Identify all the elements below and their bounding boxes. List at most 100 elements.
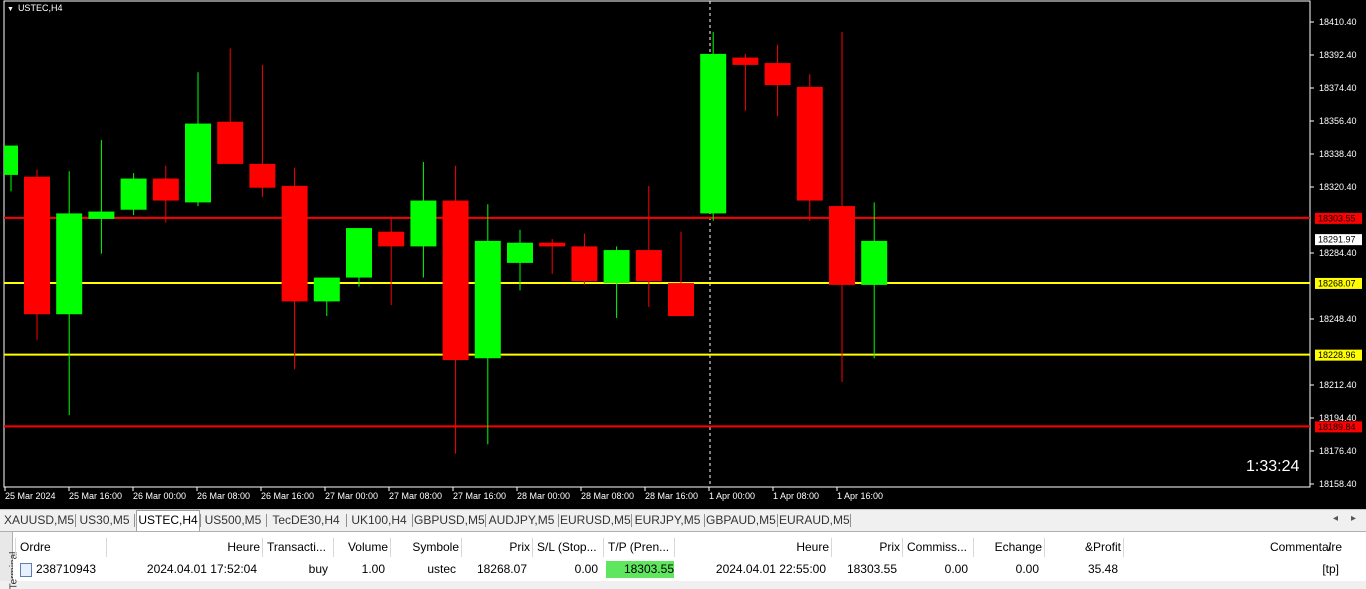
level-label: 18189.84 [1318, 422, 1356, 432]
tab-separator [704, 514, 705, 527]
tab-euraud-m5[interactable]: EURAUD,M5 [779, 511, 850, 530]
column-header[interactable]: Ordre [17, 538, 104, 556]
tab-us30-m5[interactable]: US30,M5 [77, 511, 132, 530]
tab-separator [75, 514, 76, 527]
price-tick-label: 18248.40 [1319, 314, 1357, 324]
table-cell: 238710943 [36, 562, 97, 576]
bear-candle [796, 86, 823, 201]
bear-candle [668, 283, 694, 317]
terminal-side-label[interactable]: Terminal [0, 532, 19, 589]
bull-candle [474, 240, 501, 359]
dropdown-triangle-icon[interactable]: ▼ [7, 6, 14, 13]
time-label: 27 Mar 08:00 [389, 491, 442, 501]
bear-candle [378, 231, 405, 247]
column-divider [1123, 538, 1124, 557]
bear-candle [152, 178, 179, 201]
bear-candle [217, 121, 244, 164]
column-header[interactable]: S/L (Stop... [534, 538, 601, 556]
bull-candle [700, 53, 727, 214]
time-label: 28 Mar 00:00 [517, 491, 570, 501]
order-document-icon [20, 563, 32, 577]
scroll-left-icon[interactable]: ◂ [1333, 513, 1338, 524]
tab-gbpaud-m5[interactable]: GBPAUD,M5 [706, 511, 776, 530]
table-cell: 0.00 [1015, 562, 1039, 576]
column-header[interactable]: Heure [676, 538, 829, 556]
column-header[interactable]: T/P (Pren... [605, 538, 672, 556]
column-header[interactable]: Prix [833, 538, 900, 556]
column-divider [532, 538, 533, 557]
price-tick-label: 18410.40 [1319, 17, 1357, 27]
price-tick-label: 18338.40 [1319, 149, 1357, 159]
chart-area[interactable]: 18410.40 18392.40 18374.40 18356.40 18338.40… [0, 0, 1366, 509]
bull-candle [56, 213, 83, 315]
bear-candle [829, 206, 855, 285]
column-header[interactable]: Volume [335, 538, 388, 556]
time-label: 26 Mar 08:00 [197, 491, 250, 501]
tab-xauusd-m5[interactable]: XAUUSD,M5 [4, 511, 74, 530]
column-header[interactable]: &Profit [1046, 538, 1121, 556]
tab-separator [266, 514, 267, 527]
column-divider [902, 538, 903, 557]
price-tick-label: 18374.40 [1319, 83, 1357, 93]
time-label: 27 Mar 00:00 [325, 491, 378, 501]
time-label: 27 Mar 16:00 [453, 491, 506, 501]
time-label: 25 Mar 2024 [5, 491, 56, 501]
price-tick-label: 18158.40 [1319, 479, 1357, 489]
bear-candle [539, 242, 566, 247]
bull-candle [4, 145, 18, 175]
tab-separator [850, 514, 851, 527]
tab-gbpusd-m5[interactable]: GBPUSD,M5 [414, 511, 485, 530]
column-header[interactable]: Echange [975, 538, 1042, 556]
column-divider [461, 538, 462, 557]
column-divider [333, 538, 334, 557]
price-tick-label: 18284.40 [1319, 248, 1357, 258]
time-label: 28 Mar 16:00 [645, 491, 698, 501]
level-label: 18268.07 [1318, 278, 1356, 288]
tab-audjpy-m5[interactable]: AUDJPY,M5 [487, 511, 556, 530]
tab-us500-m5[interactable]: US500,M5 [202, 511, 264, 530]
chart-title: ▼ USTEC,H4 [7, 3, 62, 13]
column-header[interactable]: Commiss... [904, 538, 971, 556]
table-cell: 18303.55 [606, 561, 674, 578]
bull-candle [507, 242, 533, 263]
table-cell: 35.48 [1087, 562, 1118, 576]
column-header[interactable]: Prix [463, 538, 530, 556]
table-cell: 2024.04.01 22:55:00 [715, 562, 826, 576]
table-cell: 0.00 [944, 562, 968, 576]
column-header[interactable]: Transacti... [264, 538, 331, 556]
bear-candle [635, 250, 662, 282]
plot-frame [3, 0, 1311, 488]
column-divider [262, 538, 263, 557]
tab-ustec-h4[interactable]: USTEC,H4 [136, 510, 200, 532]
column-header[interactable]: Commentaire [1125, 538, 1342, 556]
tab-separator [412, 514, 413, 527]
price-tick-label: 18176.40 [1319, 446, 1357, 456]
tab-eurjpy-m5[interactable]: EURJPY,M5 [633, 511, 702, 530]
tab-separator [200, 514, 201, 527]
tab-eurusd-m5[interactable]: EURUSD,M5 [560, 511, 631, 530]
column-header[interactable]: Symbole [392, 538, 459, 556]
tab-separator [134, 514, 135, 527]
chart-tabs-bar: XAUUSD,M5 US30,M5 USTEC,H4 US500,M5 TecDE30,… [0, 509, 1366, 532]
bear-candle [764, 63, 791, 86]
tab-separator [485, 514, 486, 527]
tab-uk100-h4[interactable]: UK100,H4 [348, 511, 410, 530]
tab-separator [558, 514, 559, 527]
column-divider [603, 538, 604, 557]
scroll-right-icon[interactable]: ▸ [1351, 513, 1356, 524]
bull-candle [603, 250, 630, 284]
table-cell: 1.00 [361, 562, 385, 576]
column-divider [1044, 538, 1045, 557]
column-header[interactable]: Heure [108, 538, 260, 556]
table-cell: 2024.04.01 17:52:04 [146, 562, 257, 576]
time-label: 1 Apr 08:00 [773, 491, 819, 501]
bear-candle [281, 185, 308, 302]
price-chart[interactable]: 18410.40 18392.40 18374.40 18356.40 18338.40… [0, 0, 1366, 509]
table-cell: ustec [427, 562, 456, 576]
time-label: 1 Apr 00:00 [709, 491, 755, 501]
bear-candle [571, 246, 598, 282]
tab-tecde30-h4[interactable]: TecDE30,H4 [268, 511, 344, 530]
price-tick-label: 18392.40 [1319, 50, 1357, 60]
column-divider [390, 538, 391, 557]
level-label: 18291.97 [1318, 235, 1356, 245]
